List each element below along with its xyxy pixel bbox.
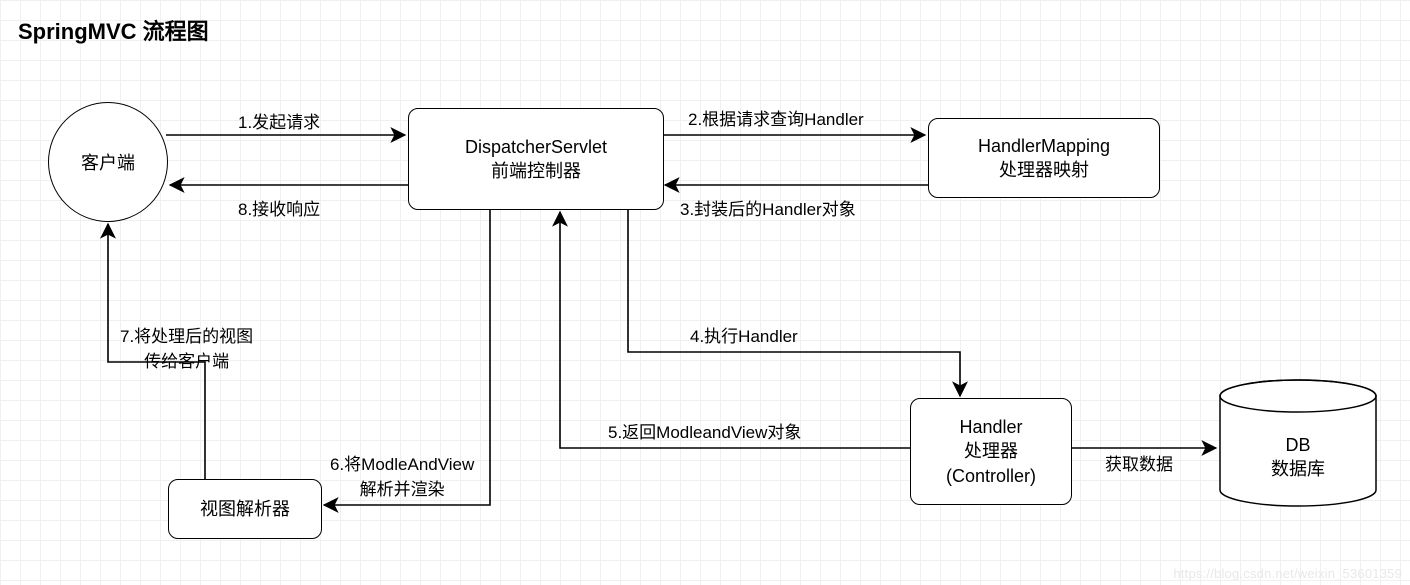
node-handler-l1: Handler	[959, 415, 1022, 439]
node-handler: Handler 处理器 (Controller)	[910, 398, 1072, 505]
edge-db-label: 获取数据	[1105, 450, 1173, 475]
page-title: SpringMVC 流程图	[18, 14, 209, 46]
edge-1-label: 1.发起请求	[238, 108, 320, 133]
edge-2-label: 2.根据请求查询Handler	[688, 105, 864, 130]
node-view-label: 视图解析器	[200, 497, 290, 521]
node-db: DB 数据库	[1218, 378, 1378, 508]
node-db-l1: DB	[1285, 435, 1310, 455]
node-view: 视图解析器	[168, 479, 322, 539]
watermark: https://blog.csdn.net/weixin_53601359	[1173, 566, 1402, 581]
node-dispatcher: DispatcherServlet 前端控制器	[408, 108, 664, 210]
node-mapping: HandlerMapping 处理器映射	[928, 118, 1160, 198]
node-db-l2: 数据库	[1271, 459, 1325, 479]
node-client: 客户端	[48, 102, 168, 222]
edge-7-label: 7.将处理后的视图 传给客户端	[120, 322, 253, 372]
node-dispatcher-l2: 前端控制器	[491, 159, 581, 183]
edge-5-label: 5.返回ModleandView对象	[608, 418, 801, 443]
node-client-label: 客户端	[81, 149, 135, 175]
node-handler-l2: 处理器	[964, 439, 1018, 463]
node-dispatcher-l1: DispatcherServlet	[465, 135, 607, 159]
edge-4-label: 4.执行Handler	[690, 322, 798, 347]
edge-3-label: 3.封装后的Handler对象	[680, 195, 856, 220]
node-mapping-l1: HandlerMapping	[978, 134, 1110, 158]
node-handler-l3: (Controller)	[946, 464, 1036, 488]
edge-6-label: 6.将ModleAndView 解析并渲染	[330, 450, 474, 500]
edge-8-label: 8.接收响应	[238, 195, 320, 220]
node-mapping-l2: 处理器映射	[999, 158, 1089, 182]
